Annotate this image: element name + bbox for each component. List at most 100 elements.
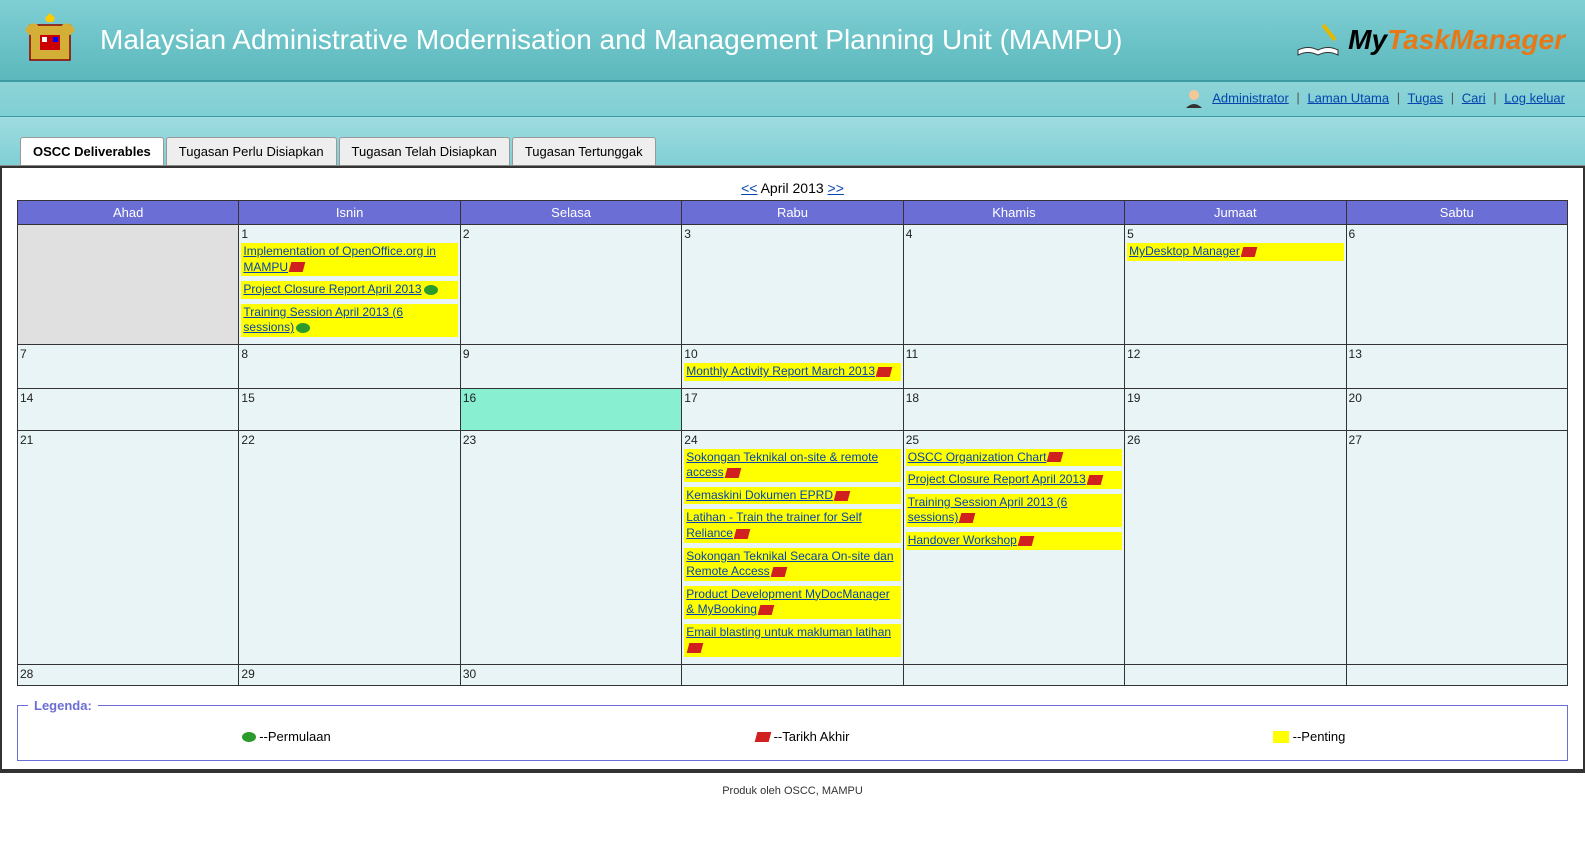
calendar-cell: 15: [239, 388, 460, 430]
calendar-table: AhadIsninSelasaRabuKhamisJumaatSabtu 1Im…: [17, 200, 1568, 686]
day-header: Ahad: [18, 201, 239, 225]
content-area: << April 2013 >> AhadIsninSelasaRabuKham…: [0, 166, 1585, 771]
calendar-cell: 7: [18, 344, 239, 388]
calendar-cell: 11: [903, 344, 1124, 388]
day-number: 12: [1127, 347, 1343, 361]
event-link[interactable]: Sokongan Teknikal Secara On-site dan Rem…: [684, 548, 900, 581]
end-flag-icon: [724, 468, 741, 478]
day-number: 28: [20, 667, 236, 681]
calendar-cell: 14: [18, 388, 239, 430]
calendar-cell: 4: [903, 225, 1124, 345]
logout-link[interactable]: Log keluar: [1504, 90, 1565, 105]
end-flag-icon: [734, 529, 751, 539]
calendar-cell: 16: [460, 388, 681, 430]
day-header: Isnin: [239, 201, 460, 225]
end-flag-icon: [1047, 452, 1064, 462]
calendar-cell: 21: [18, 430, 239, 665]
end-flag-icon: [770, 567, 787, 577]
day-number: 16: [463, 391, 679, 405]
event-link[interactable]: Training Session April 2013 (6 sessions): [906, 494, 1122, 527]
day-number: 22: [241, 433, 457, 447]
calendar-cell: 19: [1125, 388, 1346, 430]
admin-link[interactable]: Administrator: [1212, 90, 1289, 105]
tab-tugasan-perlu-disiapkan[interactable]: Tugasan Perlu Disiapkan: [166, 137, 337, 165]
calendar-cell: 28: [18, 665, 239, 686]
tab-bar: OSCC DeliverablesTugasan Perlu Disiapkan…: [0, 117, 1585, 166]
event-link[interactable]: OSCC Organization Chart: [906, 449, 1122, 467]
day-number: 2: [463, 227, 679, 241]
book-icon: [1293, 20, 1343, 60]
calendar-cell: 22: [239, 430, 460, 665]
tab-oscc-deliverables[interactable]: OSCC Deliverables: [20, 137, 164, 165]
end-flag-icon: [289, 262, 306, 272]
calendar-cell: 12: [1125, 344, 1346, 388]
footer: Produk oleh OSCC, MAMPU: [0, 771, 1585, 809]
day-number: 5: [1127, 227, 1343, 241]
legend: Legenda: --Permulaan --Tarikh Akhir --Pe…: [17, 698, 1568, 761]
legend-start: --Permulaan: [240, 729, 331, 744]
event-link[interactable]: Latihan - Train the trainer for Self Rel…: [684, 509, 900, 542]
event-link[interactable]: Training Session April 2013 (6 sessions): [241, 304, 457, 337]
prev-month-link[interactable]: <<: [741, 180, 757, 196]
day-number: 17: [684, 391, 900, 405]
day-number: 15: [241, 391, 457, 405]
day-number: 30: [463, 667, 679, 681]
user-icon: [1183, 88, 1205, 110]
calendar-cell: [1346, 665, 1567, 686]
tab-tugasan-telah-disiapkan[interactable]: Tugasan Telah Disiapkan: [339, 137, 510, 165]
home-link[interactable]: Laman Utama: [1307, 90, 1389, 105]
page-title: Malaysian Administrative Modernisation a…: [100, 23, 1293, 57]
day-header: Sabtu: [1346, 201, 1567, 225]
event-link[interactable]: Email blasting untuk makluman latihan: [684, 624, 900, 657]
calendar-cell: [903, 665, 1124, 686]
day-number: 25: [906, 433, 1122, 447]
day-number: 4: [906, 227, 1122, 241]
calendar-cell: 20: [1346, 388, 1567, 430]
day-number: 24: [684, 433, 900, 447]
day-number: 11: [906, 347, 1122, 361]
event-link[interactable]: Monthly Activity Report March 2013: [684, 363, 900, 381]
day-number: 27: [1349, 433, 1565, 447]
calendar-cell: 1Implementation of OpenOffice.org in MAM…: [239, 225, 460, 345]
month-label: April 2013: [761, 180, 824, 196]
next-month-link[interactable]: >>: [828, 180, 844, 196]
tasks-link[interactable]: Tugas: [1408, 90, 1444, 105]
end-flag-icon: [834, 491, 851, 501]
event-link[interactable]: Project Closure Report April 2013: [906, 471, 1122, 489]
calendar-cell: 26: [1125, 430, 1346, 665]
search-link[interactable]: Cari: [1462, 90, 1486, 105]
calendar-cell: [18, 225, 239, 345]
event-link[interactable]: Kemaskini Dokumen EPRD: [684, 487, 900, 505]
event-link[interactable]: Product Development MyDocManager & MyBoo…: [684, 586, 900, 619]
calendar-cell: 18: [903, 388, 1124, 430]
day-number: 21: [20, 433, 236, 447]
tab-tugasan-tertunggak[interactable]: Tugasan Tertunggak: [512, 137, 656, 165]
calendar-nav: << April 2013 >>: [17, 176, 1568, 200]
event-link[interactable]: Handover Workshop: [906, 532, 1122, 550]
user-nav: Administrator | Laman Utama | Tugas | Ca…: [0, 82, 1585, 117]
app-logo: MyTaskManager: [1293, 20, 1565, 60]
calendar-cell: 10Monthly Activity Report March 2013: [682, 344, 903, 388]
end-flag-icon: [1018, 536, 1035, 546]
header: Malaysian Administrative Modernisation a…: [0, 0, 1585, 82]
calendar-cell: 25 OSCC Organization Chart Project Closure…: [903, 430, 1124, 665]
calendar-cell: 6: [1346, 225, 1567, 345]
event-link[interactable]: Project Closure Report April 2013: [241, 281, 457, 299]
day-number: 23: [463, 433, 679, 447]
day-number: 13: [1349, 347, 1565, 361]
day-number: 20: [1349, 391, 1565, 405]
calendar-cell: 27: [1346, 430, 1567, 665]
day-number: 8: [241, 347, 457, 361]
end-flag-icon: [687, 643, 704, 653]
calendar-cell: 2: [460, 225, 681, 345]
day-number: 18: [906, 391, 1122, 405]
day-header: Rabu: [682, 201, 903, 225]
legend-title: Legenda:: [28, 698, 98, 713]
calendar-cell: [682, 665, 903, 686]
calendar-cell: 8: [239, 344, 460, 388]
event-link[interactable]: Implementation of OpenOffice.org in MAMP…: [241, 243, 457, 276]
calendar-cell: 23: [460, 430, 681, 665]
event-link[interactable]: MyDesktop Manager: [1127, 243, 1343, 261]
event-link[interactable]: Sokongan Teknikal on-site & remote acces…: [684, 449, 900, 482]
day-number: 9: [463, 347, 679, 361]
